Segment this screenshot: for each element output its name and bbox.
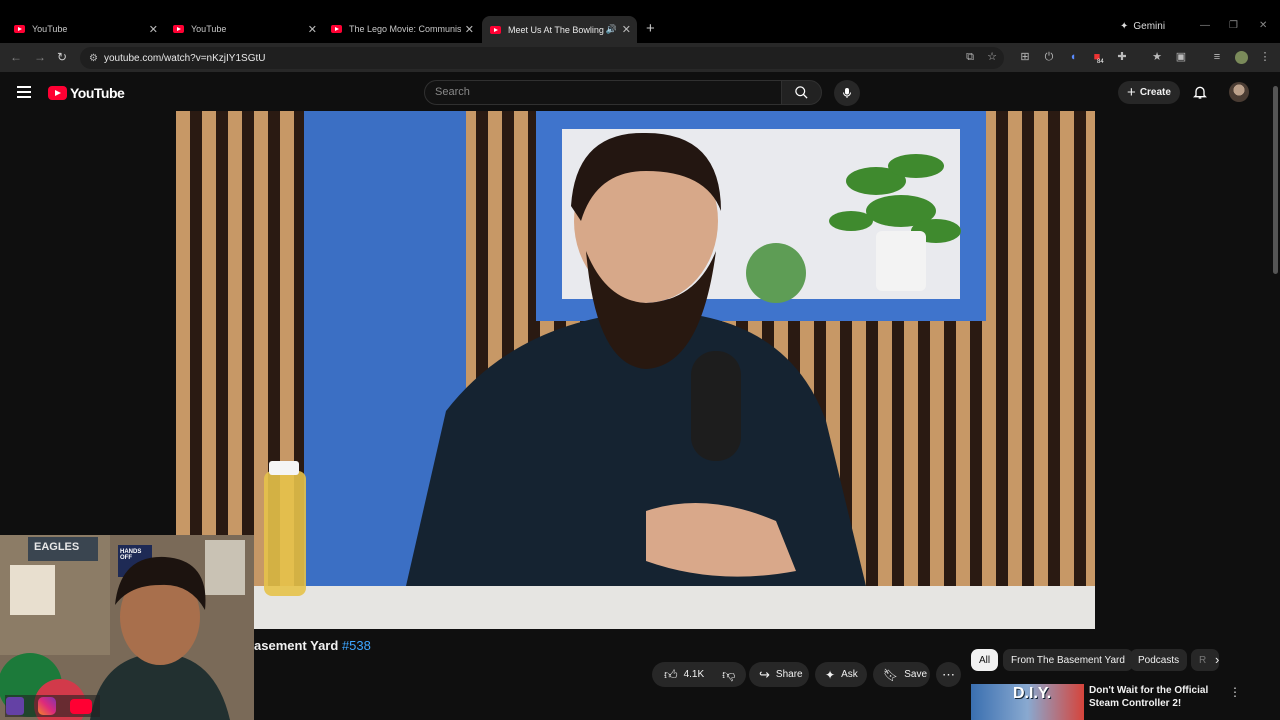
extensions-puzzle-icon[interactable]: ✚ [1116, 51, 1128, 63]
youtube-header: YouTube Search + Create [0, 72, 1270, 112]
profile-avatar-icon[interactable] [1235, 51, 1248, 64]
site-settings-icon[interactable]: ⚙ [89, 53, 98, 64]
sparkle-icon: ✦ [825, 667, 836, 682]
search-icon [795, 86, 808, 99]
search-button[interactable] [781, 80, 822, 105]
more-actions-button[interactable]: ⋯ [936, 662, 961, 687]
thumbs-up-icon[interactable]: 👍︎ [664, 667, 678, 683]
browser-tab-strip: YouTube ✕ YouTube ✕ The Lego Movie: Comm… [0, 0, 1280, 44]
search-placeholder: Search [435, 86, 470, 98]
media-control-icon[interactable]: ≡ [1211, 51, 1223, 63]
url-text: youtube.com/watch?v=nKzjIY1SGtU [104, 52, 266, 64]
webcam-sign-hands-off: HANDS OFF [120, 549, 142, 561]
install-app-icon[interactable]: ⧉ [964, 51, 976, 63]
recommended-title[interactable]: Don't Wait for the Official Steam Contro… [1089, 684, 1225, 710]
youtube-logo-text: YouTube [70, 85, 125, 101]
create-button[interactable]: + Create [1118, 81, 1180, 104]
voice-search-button[interactable] [834, 80, 860, 106]
window-close-icon[interactable]: ✕ [1259, 20, 1267, 31]
more-horizontal-icon: ⋯ [942, 666, 955, 682]
chip-from-channel[interactable]: From The Basement Yard [1003, 649, 1133, 671]
instagram-icon [38, 697, 56, 715]
guide-menu-icon[interactable] [17, 86, 31, 98]
close-tab-icon[interactable]: ✕ [149, 23, 158, 36]
scrollbar-thumb[interactable] [1273, 86, 1278, 274]
save-button[interactable]: 🔖︎ Save [873, 662, 930, 687]
youtube-favicon-icon [173, 25, 184, 33]
gift-extension-icon[interactable]: ⊞ [1019, 51, 1031, 63]
youtube-social-icon [70, 699, 92, 714]
browser-tab[interactable]: The Lego Movie: Communist Pr ✕ [331, 17, 474, 41]
video-title-text: asement Yard [254, 638, 339, 653]
youtube-favicon-icon [14, 25, 25, 33]
recommended-thumbnail[interactable]: D.I.Y. [971, 684, 1084, 720]
favorites-icon[interactable]: ★ [1151, 51, 1163, 63]
twitch-icon [6, 697, 24, 715]
gemini-sparkle-icon: ✦ [1120, 21, 1129, 32]
ask-button[interactable]: ✦ Ask [815, 662, 867, 687]
browser-menu-icon[interactable]: ⋮ [1259, 51, 1271, 63]
gemini-button[interactable]: ✦ Gemini [1120, 21, 1165, 32]
bell-icon [1193, 86, 1207, 99]
browser-toolbar: ← → ↻ ⚙ youtube.com/watch?v=nKzjIY1SGtU … [0, 43, 1280, 72]
share-arrow-icon: ↪ [759, 666, 770, 682]
minimize-icon[interactable]: — [1200, 20, 1210, 31]
share-button[interactable]: ↪ Share [749, 662, 809, 687]
webcam-frame [0, 535, 254, 720]
close-tab-icon[interactable]: ✕ [308, 23, 317, 36]
plus-icon: + [1127, 84, 1136, 101]
sidebar-panel-icon[interactable]: ▣ [1175, 51, 1187, 63]
save-label: Save [904, 669, 928, 680]
webcam-sign-eagles: EAGLES [34, 541, 80, 553]
ask-label: Ask [841, 669, 858, 680]
account-avatar[interactable] [1229, 82, 1249, 102]
youtube-logo[interactable]: YouTube [48, 85, 125, 101]
chip-podcasts[interactable]: Podcasts [1130, 649, 1188, 671]
new-tab-button[interactable]: + [646, 20, 655, 37]
video-player[interactable] [176, 111, 1095, 629]
browser-tab-active[interactable]: Meet Us At The Bowling All 🔊 ✕ [482, 16, 637, 43]
microphone-icon [843, 88, 851, 98]
chip-all[interactable]: All [971, 649, 999, 671]
audio-extension-icon[interactable]: ◖ [1067, 51, 1079, 63]
thumbnail-text: D.I.Y. [1013, 685, 1052, 702]
chevron-right-icon[interactable]: › [1215, 652, 1219, 667]
reload-icon[interactable]: ↻ [57, 50, 67, 64]
bookmark-star-icon[interactable]: ☆ [986, 51, 998, 63]
episode-hashtag[interactable]: #538 [342, 638, 371, 653]
youtube-play-icon [48, 86, 67, 100]
tab-title: YouTube [32, 24, 68, 34]
tab-title: YouTube [191, 24, 227, 34]
thumbs-down-icon[interactable]: 👎︎ [722, 667, 735, 683]
close-tab-icon[interactable]: ✕ [465, 23, 474, 36]
more-vertical-icon[interactable]: ⋮ [1229, 685, 1241, 699]
back-icon[interactable]: ← [10, 50, 22, 64]
search-input[interactable]: Search [424, 80, 782, 105]
extension-badge: 84 [1097, 59, 1104, 65]
tab-title: The Lego Movie: Communist Pr [349, 24, 461, 34]
speaker-icon[interactable]: 🔊 [606, 24, 617, 35]
video-frame [176, 111, 1095, 629]
restore-icon[interactable]: ❐ [1229, 20, 1238, 31]
youtube-favicon-icon [490, 25, 501, 34]
video-title: asement Yard #538 [254, 638, 371, 653]
address-bar[interactable]: ⚙ youtube.com/watch?v=nKzjIY1SGtU [80, 47, 1004, 69]
close-tab-icon[interactable]: ✕ [622, 23, 631, 36]
streamer-webcam-overlay: EAGLES HANDS OFF [0, 535, 254, 720]
like-count[interactable]: 4.1K [684, 669, 705, 680]
create-label: Create [1139, 87, 1171, 98]
browser-tab[interactable]: YouTube ✕ [14, 17, 158, 41]
page-scrollbar[interactable] [1270, 72, 1280, 720]
browser-tab[interactable]: YouTube ✕ [173, 17, 317, 41]
like-dislike-group: 👍︎ 4.1K 👎︎ [652, 662, 746, 687]
forward-icon[interactable]: → [34, 50, 46, 64]
share-label: Share [775, 669, 803, 680]
gemini-label: Gemini [1133, 21, 1166, 32]
bookmark-icon: 🔖︎ [883, 667, 899, 682]
notifications-button[interactable] [1192, 84, 1208, 105]
power-extension-icon[interactable]: ⏻ [1043, 51, 1055, 63]
youtube-favicon-icon [331, 25, 342, 33]
tab-title: Meet Us At The Bowling All [508, 24, 605, 35]
